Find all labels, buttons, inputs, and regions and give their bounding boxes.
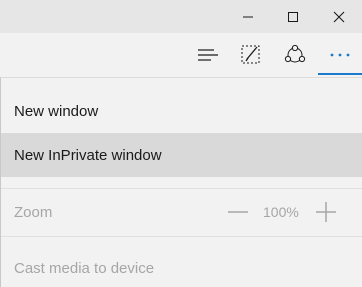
menu-separator	[1, 188, 362, 189]
web-note-icon	[241, 45, 260, 63]
zoom-label: Zoom	[14, 203, 53, 221]
hub-button[interactable]	[186, 33, 230, 76]
menu-item-new-inprivate-window[interactable]: New InPrivate window	[1, 133, 362, 177]
browser-toolbar	[0, 33, 362, 76]
hub-icon	[198, 48, 218, 61]
title-bar	[0, 0, 362, 33]
zoom-out-button[interactable]	[226, 202, 250, 222]
close-icon	[333, 11, 345, 22]
browser-window: New window New InPrivate window Zoom 100…	[0, 0, 362, 287]
menu-separator	[1, 236, 362, 237]
menu-item-new-window[interactable]: New window	[1, 89, 362, 133]
maximize-icon	[288, 11, 298, 22]
share-icon	[284, 44, 306, 62]
menu-item-label: New window	[14, 102, 99, 120]
more-actions-menu: New window New InPrivate window Zoom 100…	[0, 77, 362, 287]
minus-icon	[228, 211, 248, 213]
more-button[interactable]	[318, 33, 362, 76]
more-icon	[330, 53, 350, 56]
menu-item-label: Cast media to device	[14, 259, 155, 277]
maximize-button[interactable]	[270, 0, 316, 33]
web-note-button[interactable]	[229, 33, 273, 76]
close-button[interactable]	[316, 0, 362, 33]
menu-item-label: New InPrivate window	[14, 146, 162, 164]
share-button[interactable]	[273, 33, 317, 76]
plus-icon	[316, 202, 336, 222]
minimize-button[interactable]	[225, 0, 271, 33]
menu-item-zoom: Zoom 100%	[1, 190, 362, 234]
minimize-icon	[243, 16, 253, 17]
more-button-active-indicator	[318, 73, 362, 75]
zoom-value: 100%	[263, 204, 299, 220]
menu-item-cast-media[interactable]: Cast media to device	[1, 246, 362, 287]
zoom-in-button[interactable]	[314, 200, 338, 224]
